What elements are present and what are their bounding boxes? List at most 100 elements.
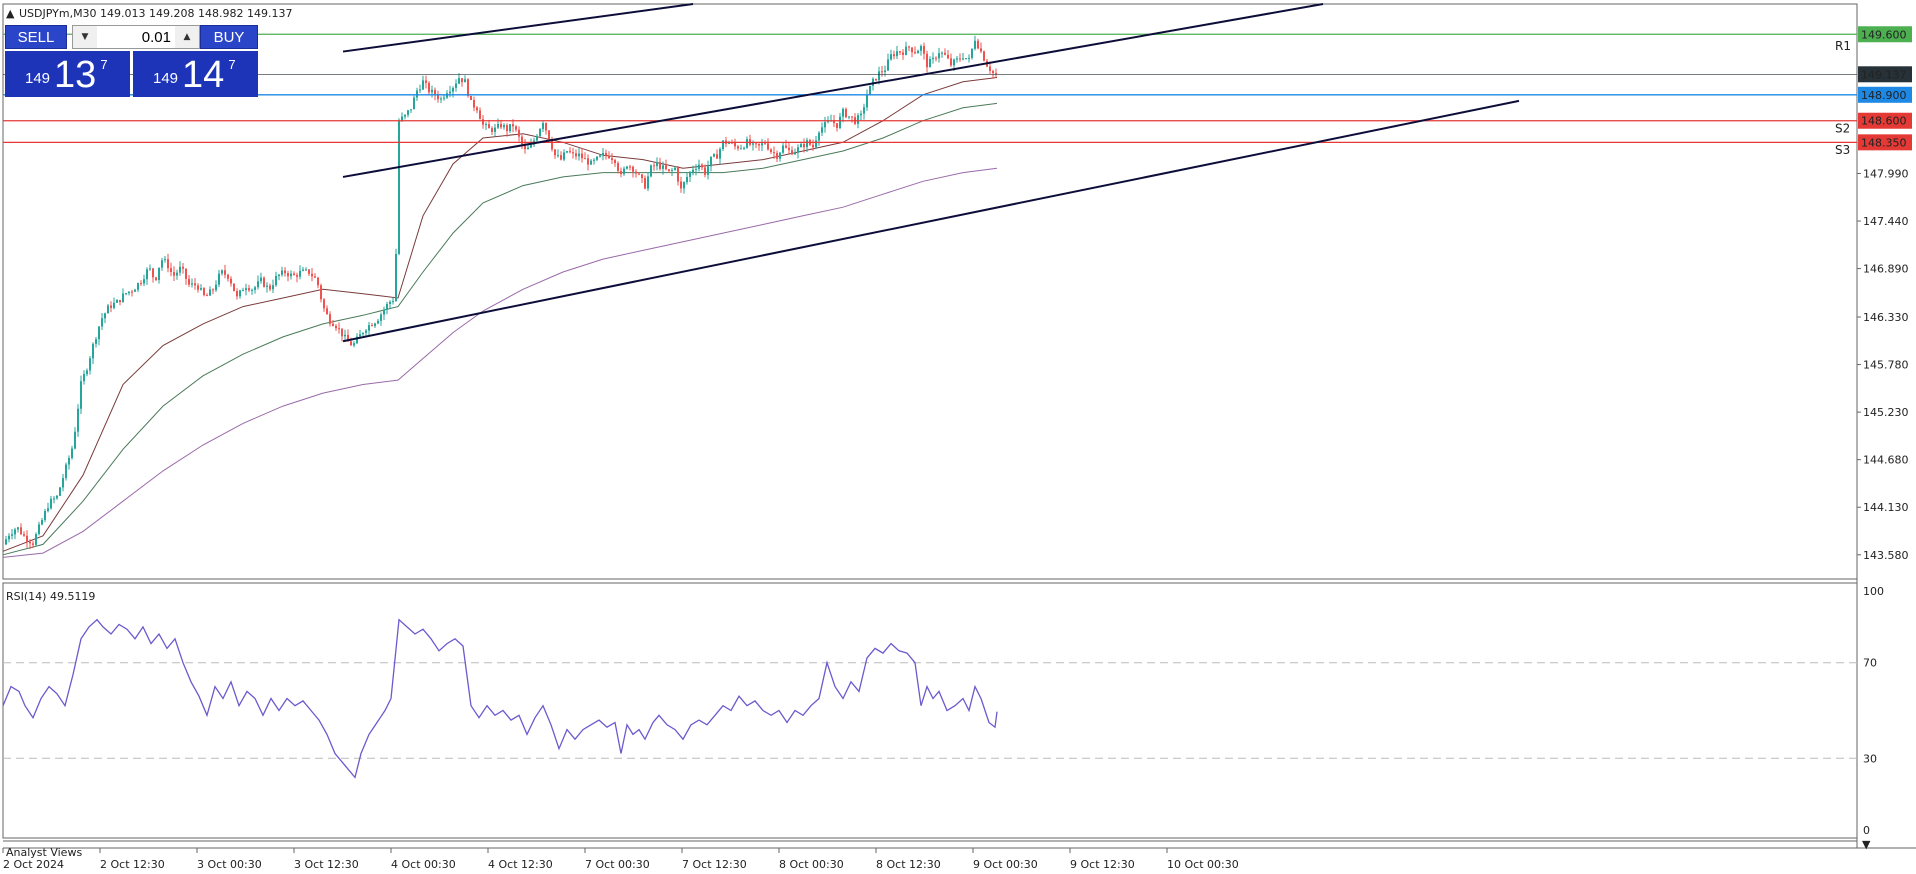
candle-body: [155, 277, 157, 280]
candle-body: [674, 167, 676, 170]
analyst-views-label[interactable]: Analyst Views: [6, 846, 82, 859]
candle-body: [437, 95, 439, 100]
candle-body: [92, 343, 94, 359]
candle-body: [923, 45, 925, 54]
candle-body: [680, 181, 682, 189]
candle-body: [293, 273, 295, 276]
collapse-arrow-icon[interactable]: ▼: [1862, 838, 1871, 851]
time-tick-label: 4 Oct 12:30: [488, 858, 553, 871]
candle-body: [287, 273, 289, 277]
candle-body: [86, 370, 88, 375]
candle-body: [170, 268, 172, 273]
candle-body: [467, 79, 469, 96]
candle-body: [419, 89, 421, 91]
lot-decrease-icon[interactable]: ▼: [73, 26, 97, 48]
candle-body: [545, 123, 547, 131]
candle-body: [947, 54, 949, 59]
candle-body: [452, 87, 454, 92]
candle-body: [740, 148, 742, 150]
buy-price[interactable]: 149 14 7: [133, 51, 258, 97]
candle-body: [650, 165, 652, 177]
price-chart[interactable]: 147.990 147.440 146.890 146.330 145.780 145.2…: [0, 0, 1916, 874]
candle-body: [815, 140, 817, 148]
candle-body: [389, 301, 391, 305]
lot-size-input[interactable]: [97, 27, 175, 47]
candle-body: [215, 284, 217, 291]
candle-body: [362, 332, 364, 335]
candle-body: [80, 381, 82, 409]
candle-body: [992, 71, 994, 74]
candle-body: [713, 154, 715, 157]
candle-body: [302, 269, 304, 271]
header-arrow-icon[interactable]: ▲: [6, 7, 15, 20]
candle-body: [29, 541, 31, 544]
lot-increase-icon[interactable]: ▲: [175, 26, 199, 48]
time-tick-label: 7 Oct 00:30: [585, 858, 650, 871]
level-tag-148.350: 148.350: [1861, 136, 1907, 149]
time-tick-label: 2 Oct 12:30: [100, 858, 165, 871]
level-tag-148.900: 148.900: [1861, 89, 1907, 102]
candle-body: [857, 115, 859, 124]
candle-body: [284, 270, 286, 274]
candle-body: [866, 95, 868, 108]
candle-body: [266, 285, 268, 287]
candle-body: [338, 328, 340, 330]
candle-body: [212, 289, 214, 291]
candle-body: [32, 543, 34, 545]
candle-body: [755, 143, 757, 145]
candle-body: [272, 285, 274, 290]
candle-body: [560, 155, 562, 160]
candle-body: [641, 174, 643, 178]
level-tag-149.137: 149.137: [1861, 68, 1907, 81]
candle-body: [926, 53, 928, 68]
candle-body: [422, 80, 424, 90]
candle-body: [779, 152, 781, 159]
candle-body: [146, 269, 148, 280]
time-tick-label: 2 Oct 2024: [3, 858, 64, 871]
level-tag-149.600: 149.600: [1861, 28, 1907, 41]
candle-body: [227, 274, 229, 279]
rsi-axis-label: 70: [1863, 657, 1877, 670]
candle-body: [44, 510, 46, 520]
candle-body: [542, 123, 544, 129]
candle-body: [275, 275, 277, 286]
candle-body: [260, 277, 262, 282]
price-tick-label: 147.990: [1863, 167, 1909, 180]
sell-price[interactable]: 149 13 7: [5, 51, 130, 97]
pivot-mark-S3: S3: [1835, 143, 1850, 157]
candle-body: [530, 144, 532, 148]
candle-body: [848, 116, 850, 118]
candle-body: [431, 89, 433, 93]
time-tick-label: 3 Oct 12:30: [294, 858, 359, 871]
time-tick-label: 9 Oct 00:30: [973, 858, 1038, 871]
candle-body: [677, 167, 679, 182]
candle-body: [377, 320, 379, 324]
candle-body: [224, 270, 226, 275]
candle-body: [647, 176, 649, 189]
candle-body: [953, 59, 955, 66]
candle-body: [440, 98, 442, 100]
candle-body: [164, 259, 166, 261]
candle-body: [617, 163, 619, 171]
candle-body: [818, 132, 820, 141]
candle-body: [620, 170, 622, 175]
candle-body: [782, 145, 784, 153]
time-tick-label: 8 Oct 12:30: [876, 858, 941, 871]
rsi-label: RSI(14) 49.5119: [6, 590, 95, 603]
candle-body: [122, 293, 124, 302]
buy-button[interactable]: BUY: [200, 25, 258, 49]
candle-body: [890, 54, 892, 60]
candle-body: [800, 144, 802, 148]
candle-body: [758, 143, 760, 146]
sell-button[interactable]: SELL: [5, 25, 67, 49]
lot-size-control: ▼ ▲: [72, 25, 200, 49]
candle-body: [611, 158, 613, 161]
candle-body: [116, 300, 118, 303]
candle-body: [863, 107, 865, 114]
buy-price-big: 14: [182, 54, 225, 96]
candle-body: [53, 498, 55, 500]
price-tick-label: 147.440: [1863, 215, 1909, 228]
candle-body: [410, 109, 412, 111]
candle-body: [908, 46, 910, 48]
candle-body: [575, 153, 577, 157]
